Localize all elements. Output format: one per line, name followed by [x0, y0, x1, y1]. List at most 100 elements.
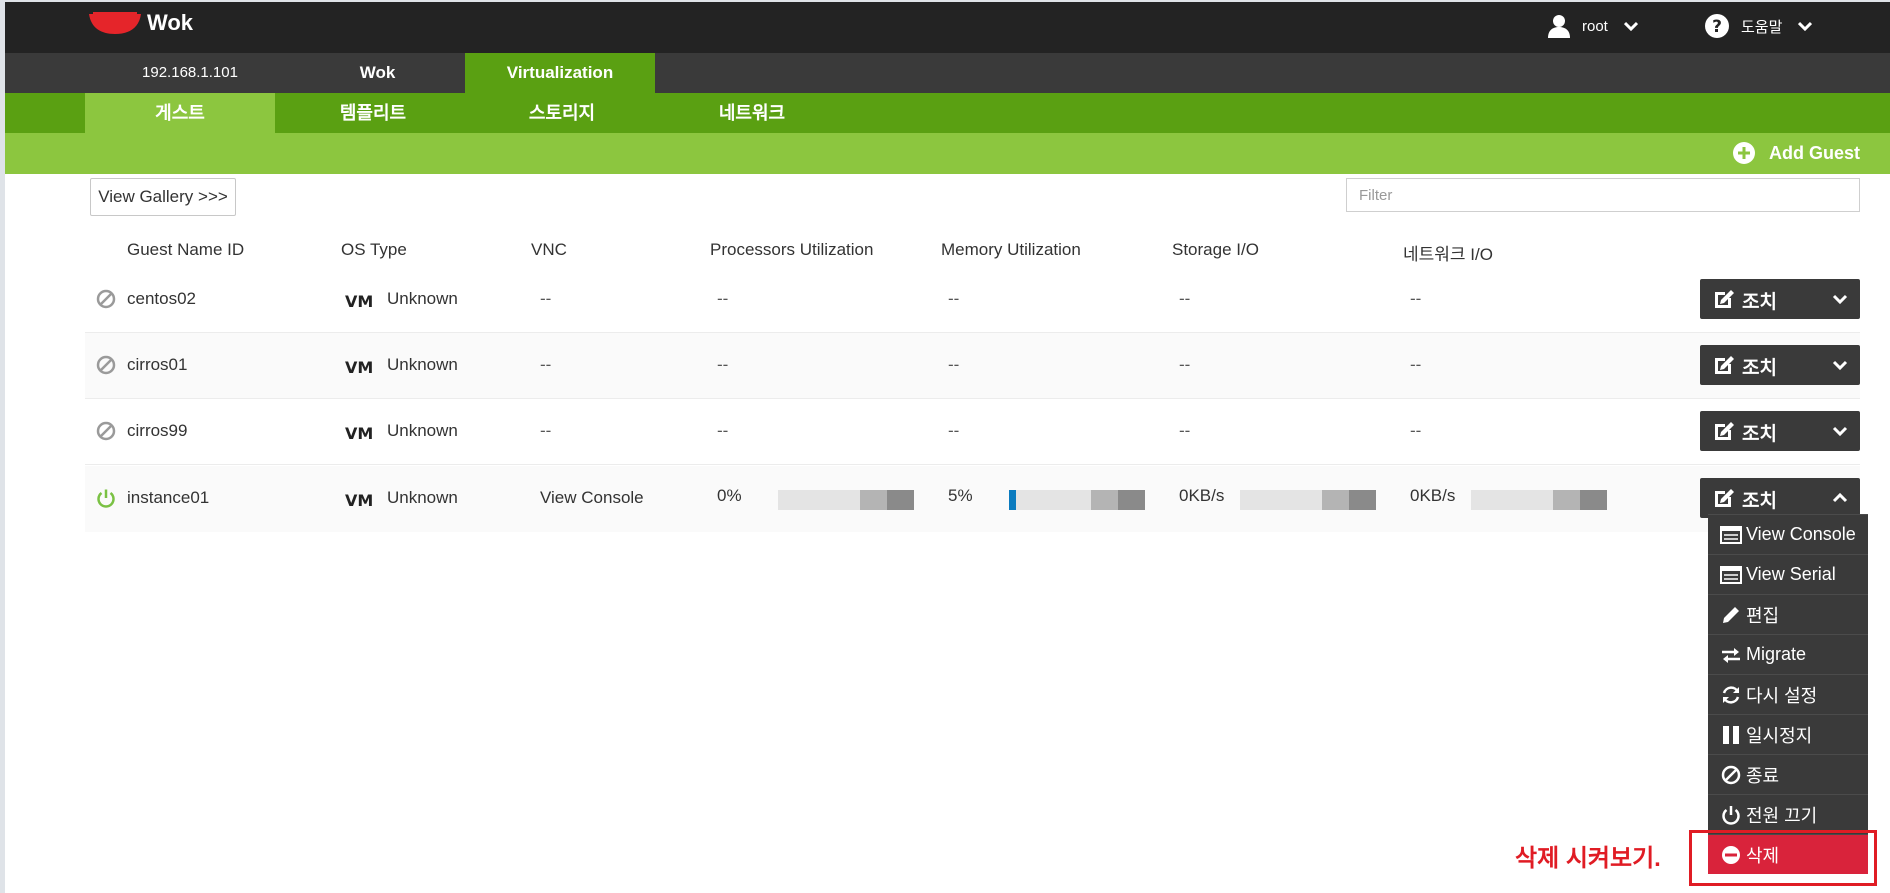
table-row[interactable]: instance01 VM Unknown View Console 0% 5%…: [85, 466, 1860, 532]
column-header-storage: Storage I/O: [1172, 240, 1259, 259]
column-header-network: 네트워크 I/O: [1403, 245, 1493, 264]
menu-item-label: View Console: [1746, 524, 1856, 544]
cpu-value: 0%: [717, 486, 742, 505]
vm-icon: VM: [345, 293, 373, 309]
action-label: 조치: [1742, 491, 1777, 512]
wok-logo-icon: [89, 12, 141, 34]
menu-item-reset[interactable]: 다시 설정: [1708, 674, 1868, 714]
storage-value: --: [1179, 355, 1191, 374]
app-name: Wok: [147, 10, 194, 35]
cpu-value: --: [717, 421, 729, 440]
network-value: 0KB/s: [1410, 486, 1456, 505]
network-value: --: [1410, 289, 1422, 308]
storage-io-bar: [1240, 490, 1376, 510]
cpu-value: --: [717, 289, 729, 308]
memory-value: 5%: [948, 486, 973, 505]
menu-item-label: 편집: [1746, 605, 1780, 626]
ban-icon: [1721, 765, 1741, 784]
menu-item-edit[interactable]: 편집: [1708, 594, 1868, 634]
action-bar: Add Guest: [5, 133, 1890, 174]
user-menu[interactable]: root: [1548, 14, 1638, 38]
console-icon: [1720, 525, 1742, 544]
help-icon: ?: [1705, 14, 1729, 38]
edit-icon: [1715, 290, 1734, 308]
column-header-vnc: VNC: [531, 240, 567, 259]
action-button[interactable]: 조치: [1700, 279, 1860, 319]
wok-app: Wok root ? 도움말 192.168.1.101 Wok Virtual…: [5, 2, 1890, 893]
view-gallery-button[interactable]: View Gallery >>>: [90, 178, 236, 216]
action-label: 조치: [1742, 424, 1777, 445]
tab-host-ip[interactable]: 192.168.1.101: [95, 53, 285, 93]
memory-usage-bar: [1009, 490, 1145, 510]
sub-tab-bar: 게스트 템플리트 스토리지 네트워크: [5, 93, 1890, 133]
svg-text:VM: VM: [345, 293, 373, 309]
action-button[interactable]: 조치: [1700, 411, 1860, 451]
vnc-value: --: [540, 289, 552, 308]
pencil-icon: [1723, 606, 1739, 623]
menu-item-label: View Serial: [1746, 564, 1836, 584]
menu-item-label: 일시정지: [1746, 725, 1813, 746]
filter-input[interactable]: [1346, 178, 1860, 212]
help-menu[interactable]: ? 도움말: [1705, 14, 1813, 38]
menu-item-view-serial[interactable]: View Serial: [1708, 554, 1868, 594]
menu-item-migrate[interactable]: Migrate: [1708, 634, 1868, 674]
help-label: 도움말: [1741, 18, 1783, 36]
column-header-memory: Memory Utilization: [941, 240, 1081, 259]
column-header-cpu: Processors Utilization: [710, 240, 874, 259]
menu-item-label: 전원 끄기: [1746, 805, 1818, 826]
tab-network[interactable]: 네트워크: [657, 93, 847, 133]
stopped-icon: [96, 421, 116, 441]
cpu-value: --: [717, 355, 729, 374]
menu-item-label: 다시 설정: [1746, 685, 1818, 706]
action-label: 조치: [1742, 292, 1777, 313]
storage-value: --: [1179, 421, 1191, 440]
stopped-icon: [96, 289, 116, 309]
action-dropdown-menu: View Console View Serial 편집 Migrate 다시 설…: [1708, 514, 1868, 874]
add-guest-button[interactable]: Add Guest: [1732, 142, 1860, 164]
tab-virtualization[interactable]: Virtualization: [465, 53, 655, 93]
menu-item-label: 종료: [1746, 765, 1780, 786]
pause-icon: [1723, 725, 1739, 744]
svg-text:VM: VM: [345, 359, 373, 375]
chevron-down-icon: [1623, 21, 1638, 31]
menu-item-view-console[interactable]: View Console: [1708, 514, 1868, 554]
tab-guests[interactable]: 게스트: [85, 93, 275, 133]
menu-item-power-off[interactable]: 전원 끄기: [1708, 794, 1868, 834]
tab-templates[interactable]: 템플리트: [278, 93, 468, 133]
user-name: root: [1582, 17, 1608, 35]
tab-storage[interactable]: 스토리지: [467, 93, 657, 133]
memory-value: --: [948, 289, 960, 308]
network-value: --: [1410, 355, 1422, 374]
view-console-link[interactable]: View Console: [540, 488, 644, 508]
memory-value: --: [948, 421, 960, 440]
vnc-value: --: [540, 355, 552, 374]
menu-item-shutdown[interactable]: 종료: [1708, 754, 1868, 794]
action-button[interactable]: 조치: [1700, 478, 1860, 518]
serial-icon: [1720, 565, 1742, 584]
table-row[interactable]: centos02 VM Unknown -- -- -- -- -- 조치: [85, 267, 1860, 333]
vnc-value: --: [540, 421, 552, 440]
os-type: Unknown: [387, 355, 458, 374]
highlight-box: [1689, 830, 1877, 886]
action-button[interactable]: 조치: [1700, 345, 1860, 385]
menu-item-pause[interactable]: 일시정지: [1708, 714, 1868, 754]
wok-logo[interactable]: Wok: [89, 10, 193, 36]
column-header-os: OS Type: [341, 240, 407, 259]
memory-value: --: [948, 355, 960, 374]
svg-text:?: ?: [1712, 17, 1722, 37]
guest-name: cirros01: [127, 355, 188, 374]
chevron-down-icon: [1832, 294, 1848, 305]
host-tab-bar: 192.168.1.101 Wok Virtualization: [5, 53, 1890, 93]
storage-value: --: [1179, 289, 1191, 308]
network-value: --: [1410, 421, 1422, 440]
tab-wok[interactable]: Wok: [285, 53, 470, 93]
guest-name: instance01: [127, 488, 210, 507]
add-guest-label: Add Guest: [1768, 142, 1860, 163]
annotation-text: 삭제 시켜보기.: [1515, 845, 1661, 872]
table-row[interactable]: cirros99 VM Unknown -- -- -- -- -- 조치: [85, 399, 1860, 465]
chevron-up-icon: [1832, 492, 1848, 503]
edit-icon: [1715, 422, 1734, 440]
table-row[interactable]: cirros01 VM Unknown -- -- -- -- -- 조치: [85, 333, 1860, 399]
guest-name: cirros99: [127, 421, 188, 440]
chevron-down-icon: [1832, 360, 1848, 371]
